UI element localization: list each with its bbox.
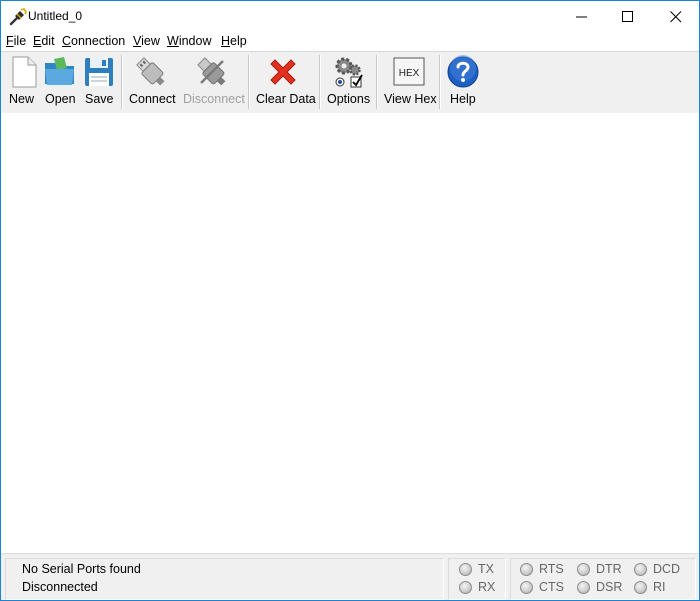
menu-bar: File Edit Connection View Window Help [1, 32, 699, 51]
usb-disconnect-icon [195, 55, 229, 89]
save-button[interactable]: Save [82, 52, 116, 113]
menu-view[interactable]: View [133, 34, 160, 48]
options-label: Options [327, 92, 371, 106]
clear-data-label: Clear Data [256, 92, 316, 106]
terminal-area[interactable] [1, 113, 699, 553]
signal-lines-panel: RTS CTS DTR DSR DCD RI [510, 558, 696, 600]
rx-label: RX [478, 580, 496, 594]
dtr-label: DTR [596, 562, 622, 576]
menu-connection[interactable]: Connection [62, 34, 125, 48]
tx-led-icon [459, 563, 472, 576]
rts-led-icon [520, 563, 533, 576]
new-document-icon [7, 55, 41, 89]
toolbar-separator [376, 55, 378, 109]
status-connection-text: Disconnected [22, 580, 98, 594]
toolbar: New Open Save Connect Disconnect Clear D… [1, 51, 699, 114]
menu-help[interactable]: Help [221, 34, 247, 48]
gears-checkbox-icon [331, 55, 365, 89]
svg-text:HEX: HEX [399, 68, 420, 79]
view-hex-button[interactable]: HEX View Hex [381, 52, 437, 113]
dtr-led-icon [577, 563, 590, 576]
cts-label: CTS [539, 580, 564, 594]
view-hex-label: View Hex [384, 92, 437, 106]
status-bar: No Serial Ports found Disconnected TX RX… [1, 553, 699, 600]
clear-data-button[interactable]: Clear Data [253, 52, 316, 113]
save-label: Save [85, 92, 114, 106]
hex-icon: HEX [392, 55, 426, 89]
toolbar-separator [439, 55, 441, 109]
toolbar-separator [248, 55, 250, 109]
help-question-icon [446, 55, 480, 89]
dcd-led-icon [634, 563, 647, 576]
close-icon [670, 11, 682, 23]
connect-button[interactable]: Connect [126, 52, 178, 113]
serial-plug-icon [9, 8, 27, 26]
help-button[interactable]: Help [444, 52, 482, 113]
open-folder-icon [43, 55, 77, 89]
maximize-button[interactable] [605, 1, 651, 32]
connect-label: Connect [129, 92, 176, 106]
options-button[interactable]: Options [324, 52, 374, 113]
red-x-icon [266, 55, 300, 89]
menu-edit[interactable]: Edit [33, 34, 55, 48]
new-label: New [9, 92, 35, 106]
title-bar[interactable]: Untitled_0 [1, 1, 699, 32]
rx-led-icon [459, 581, 472, 594]
ri-label: RI [653, 580, 666, 594]
minimize-icon [576, 16, 587, 18]
tx-label: TX [478, 562, 494, 576]
new-button[interactable]: New [4, 52, 38, 113]
menu-window[interactable]: Window [167, 34, 211, 48]
status-message-panel: No Serial Ports found Disconnected [5, 558, 444, 600]
toolbar-separator [121, 55, 123, 109]
maximize-icon [622, 11, 633, 22]
app-window: Untitled_0 File Edit Connection View Win… [0, 0, 700, 601]
save-floppy-icon [82, 55, 116, 89]
cts-led-icon [520, 581, 533, 594]
close-button[interactable] [653, 1, 699, 32]
open-label: Open [45, 92, 76, 106]
help-label: Help [450, 92, 476, 106]
usb-plug-icon [134, 55, 168, 89]
ri-led-icon [634, 581, 647, 594]
rts-label: RTS [539, 562, 564, 576]
status-port-text: No Serial Ports found [22, 562, 141, 576]
disconnect-button[interactable]: Disconnect [182, 52, 245, 113]
disconnect-label: Disconnect [183, 92, 245, 106]
dsr-label: DSR [596, 580, 623, 594]
dcd-label: DCD [653, 562, 681, 576]
dsr-led-icon [577, 581, 590, 594]
open-button[interactable]: Open [41, 52, 79, 113]
window-title: Untitled_0 [28, 9, 83, 23]
menu-file[interactable]: File [6, 34, 26, 48]
toolbar-separator [319, 55, 321, 109]
tx-rx-panel: TX RX [448, 558, 506, 600]
minimize-button[interactable] [559, 1, 605, 32]
